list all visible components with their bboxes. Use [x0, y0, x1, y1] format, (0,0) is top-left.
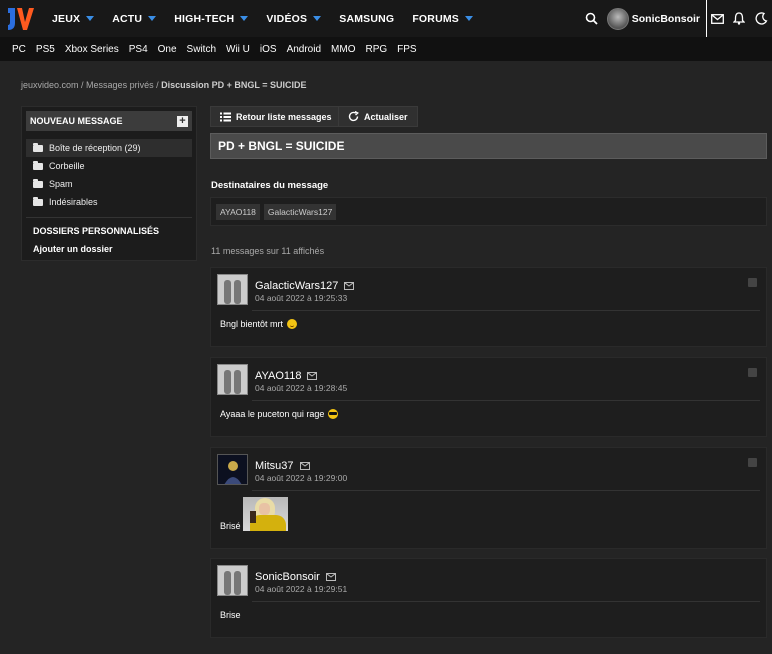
search-icon[interactable] — [581, 0, 603, 37]
top-navbar: JEUX ACTU HIGH-TECH VIDÉOS SAMSUNG FORUM… — [0, 0, 772, 37]
refresh-button[interactable]: Actualiser — [338, 106, 418, 127]
avatar[interactable] — [217, 364, 248, 395]
breadcrumb-current: Discussion PD + BNGL = SUICIDE — [161, 80, 307, 90]
message-date: 04 août 2022 à 19:28:45 — [255, 383, 348, 393]
recipients-list: AYAO118 GalacticWars127 — [210, 197, 767, 226]
recipient-tag[interactable]: GalacticWars127 — [263, 203, 337, 220]
message-card: SonicBonsoir 04 août 2022 à 19:29:51 Bri… — [210, 558, 767, 638]
nav-videos[interactable]: VIDÉOS — [266, 13, 322, 25]
caret-down-icon — [86, 16, 95, 21]
mail-icon — [299, 462, 310, 470]
platform-one[interactable]: One — [158, 44, 177, 55]
platform-ios[interactable]: iOS — [260, 44, 277, 55]
platform-nav: PC PS5 Xbox Series PS4 One Switch Wii U … — [0, 37, 772, 61]
nav-actu[interactable]: ACTU — [112, 13, 157, 25]
message-card: GalacticWars127 04 août 2022 à 19:25:33 … — [210, 267, 767, 347]
new-message-button[interactable]: NOUVEAU MESSAGE + — [26, 111, 192, 131]
jv-logo[interactable] — [0, 0, 40, 37]
caret-down-icon — [148, 16, 157, 21]
folder-icon — [33, 160, 43, 170]
nav-high-tech[interactable]: HIGH-TECH — [174, 13, 249, 25]
message-date: 04 août 2022 à 19:29:51 — [255, 584, 348, 594]
custom-folders-title: DOSSIERS PERSONNALISÉS — [33, 226, 160, 236]
options-icon[interactable] — [748, 278, 757, 287]
message-author[interactable]: GalacticWars127 — [255, 280, 338, 292]
platform-xbox-series[interactable]: Xbox Series — [65, 44, 119, 55]
folder-undesirable[interactable]: Indésirables — [26, 193, 192, 211]
username: SonicBonsoir — [631, 12, 700, 25]
message-body: Brisé — [211, 491, 766, 531]
breadcrumb: jeuxvideo.com / Messages privés / Discus… — [21, 80, 307, 90]
bell-icon[interactable] — [728, 0, 750, 37]
message-count: 11 messages sur 11 affichés — [211, 246, 325, 256]
main-nav: JEUX ACTU HIGH-TECH VIDÉOS SAMSUNG FORUM… — [52, 13, 491, 25]
embedded-image[interactable] — [242, 497, 288, 531]
mail-icon[interactable] — [706, 0, 728, 37]
divider — [26, 217, 192, 218]
avatar[interactable] — [217, 274, 248, 305]
recipient-tag[interactable]: AYAO118 — [216, 203, 260, 220]
folder-spam[interactable]: Spam — [26, 175, 192, 193]
back-to-list-button[interactable]: Retour liste messages — [210, 106, 342, 127]
message-date: 04 août 2022 à 19:25:33 — [255, 293, 348, 303]
caret-down-icon — [313, 16, 322, 21]
user-account[interactable]: SonicBonsoir — [606, 7, 700, 30]
nav-samsung[interactable]: SAMSUNG — [339, 13, 394, 25]
messages-sidebar: NOUVEAU MESSAGE + Boîte de réception (29… — [21, 106, 197, 261]
mail-icon — [344, 282, 355, 290]
avatar — [606, 7, 629, 30]
platform-pc[interactable]: PC — [12, 44, 26, 55]
breadcrumb-section[interactable]: Messages privés — [86, 80, 154, 90]
smile-emoji-icon — [287, 319, 298, 329]
options-icon[interactable] — [748, 368, 757, 377]
dark-mode-icon[interactable] — [750, 0, 772, 37]
list-icon — [220, 112, 231, 121]
message-author[interactable]: Mitsu37 — [255, 460, 294, 472]
folder-inbox[interactable]: Boîte de réception (29) — [26, 139, 192, 157]
platform-wii-u[interactable]: Wii U — [226, 44, 250, 55]
recipients-label: Destinataires du message — [211, 180, 329, 191]
folder-icon — [33, 196, 43, 206]
message-card: Mitsu37 04 août 2022 à 19:29:00 Brisé — [210, 447, 767, 549]
platform-switch[interactable]: Switch — [187, 44, 216, 55]
platform-ps5[interactable]: PS5 — [36, 44, 55, 55]
folder-trash[interactable]: Corbeille — [26, 157, 192, 175]
platform-rpg[interactable]: RPG — [365, 44, 387, 55]
user-toolbar: SonicBonsoir — [581, 0, 772, 37]
message-card: AYAO118 04 août 2022 à 19:28:45 Ayaaa le… — [210, 357, 767, 437]
platform-mmo[interactable]: MMO — [331, 44, 355, 55]
sunglasses-emoji-icon — [328, 409, 339, 419]
message-author[interactable]: SonicBonsoir — [255, 571, 320, 583]
discussion-title: PD + BNGL = SUICIDE — [210, 133, 767, 159]
avatar[interactable] — [217, 565, 248, 596]
nav-jeux[interactable]: JEUX — [52, 13, 95, 25]
refresh-icon — [348, 111, 359, 122]
folder-icon — [33, 178, 43, 188]
folder-icon — [33, 142, 43, 152]
message-date: 04 août 2022 à 19:29:00 — [255, 473, 348, 483]
caret-down-icon — [465, 16, 474, 21]
add-folder-link[interactable]: Ajouter un dossier — [26, 244, 192, 254]
platform-fps[interactable]: FPS — [397, 44, 416, 55]
mail-icon — [325, 573, 336, 581]
caret-down-icon — [240, 16, 249, 21]
message-body: Ayaaa le puceton qui rage — [211, 401, 766, 419]
mail-icon — [307, 372, 318, 380]
options-icon[interactable] — [748, 458, 757, 467]
nav-forums[interactable]: FORUMS — [412, 13, 474, 25]
platform-android[interactable]: Android — [287, 44, 321, 55]
message-body: Brise — [220, 610, 241, 620]
plus-icon: + — [177, 115, 188, 127]
message-author[interactable]: AYAO118 — [255, 370, 301, 382]
platform-ps4[interactable]: PS4 — [129, 44, 148, 55]
message-body: Bngl bientôt mrt — [211, 311, 766, 329]
breadcrumb-site[interactable]: jeuxvideo.com — [21, 80, 79, 90]
avatar[interactable] — [217, 454, 248, 485]
